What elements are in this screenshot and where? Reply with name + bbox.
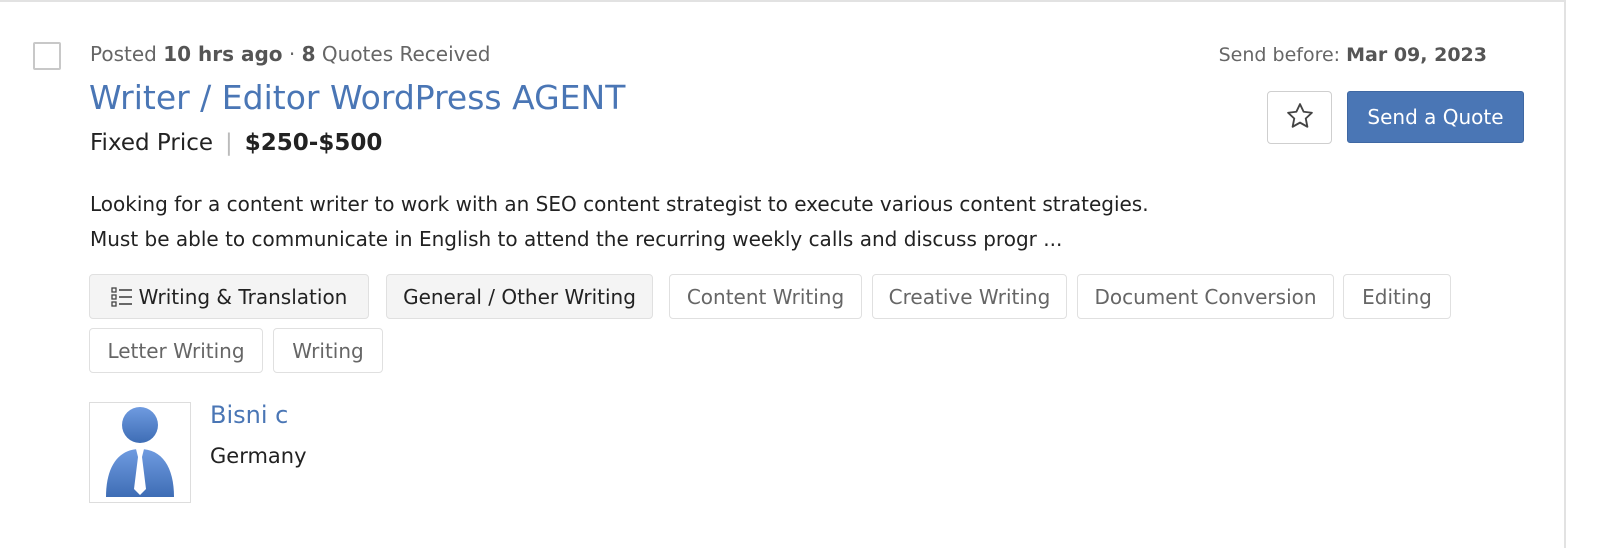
tag-skill[interactable]: Creative Writing bbox=[872, 274, 1067, 319]
favorite-button[interactable] bbox=[1267, 91, 1332, 144]
price-range: $250-$500 bbox=[244, 130, 383, 156]
send-before: Send before: Mar 09, 2023 bbox=[1219, 44, 1487, 66]
description-line: Must be able to communicate in English t… bbox=[90, 227, 1063, 251]
star-icon bbox=[1285, 101, 1315, 135]
send-quote-button[interactable]: Send a Quote bbox=[1347, 91, 1524, 143]
job-description: Looking for a content writer to work wit… bbox=[90, 187, 1250, 257]
job-title-link[interactable]: Writer / Editor WordPress AGENT bbox=[89, 78, 625, 117]
description-line: Looking for a content writer to work wit… bbox=[90, 192, 1149, 216]
send-before-date: Mar 09, 2023 bbox=[1346, 44, 1487, 66]
list-icon bbox=[110, 286, 133, 308]
price-type: Fixed Price bbox=[90, 130, 214, 156]
select-job-checkbox[interactable] bbox=[33, 42, 61, 70]
client-name-link[interactable]: Bisni c bbox=[210, 401, 288, 429]
tag-skill[interactable]: Writing bbox=[273, 328, 383, 373]
tag-label: Writing & Translation bbox=[138, 284, 348, 309]
tag-subcategory[interactable]: General / Other Writing bbox=[386, 274, 653, 319]
job-meta: Posted 10 hrs ago · 8 Quotes Received bbox=[90, 42, 490, 66]
posted-time: 10 hrs ago bbox=[163, 42, 283, 66]
meta-dot: · bbox=[288, 42, 296, 66]
user-icon bbox=[106, 406, 174, 497]
tag-skill[interactable]: Letter Writing bbox=[89, 328, 263, 373]
send-before-label: Send before: bbox=[1218, 44, 1341, 66]
posted-prefix: Posted bbox=[90, 42, 157, 66]
client-avatar[interactable] bbox=[89, 402, 191, 503]
tag-skill[interactable]: Editing bbox=[1343, 274, 1451, 319]
price-separator: | bbox=[225, 130, 233, 156]
tag-skill[interactable]: Document Conversion bbox=[1077, 274, 1334, 319]
quotes-label: Quotes Received bbox=[321, 42, 491, 66]
client-country: Germany bbox=[210, 444, 307, 468]
tag-skill[interactable]: Content Writing bbox=[669, 274, 862, 319]
quotes-count: 8 bbox=[301, 42, 316, 66]
job-card: Posted 10 hrs ago · 8 Quotes Received Wr… bbox=[0, 0, 1566, 548]
job-price: Fixed Price | $250-$500 bbox=[90, 130, 382, 156]
tag-category[interactable]: Writing & Translation bbox=[89, 274, 369, 319]
